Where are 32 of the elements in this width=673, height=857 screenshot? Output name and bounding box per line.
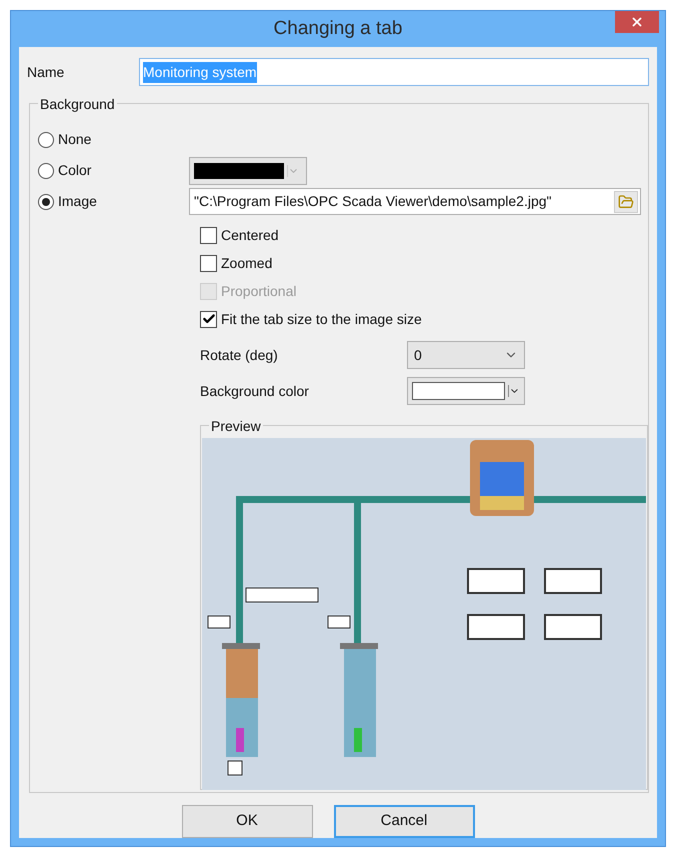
image-path-value: "C:\Program Files\OPC Scada Viewer\demo\sample2.jpg" (194, 192, 552, 211)
check-icon (202, 312, 216, 326)
radio-button[interactable] (38, 194, 54, 210)
rotate-label: Rotate (deg) (200, 346, 279, 365)
background-color-label: Background color (200, 382, 310, 401)
checkbox[interactable] (200, 226, 217, 244)
checkbox[interactable] (200, 254, 217, 272)
radio-button[interactable] (38, 132, 54, 148)
radio-button[interactable] (38, 162, 54, 178)
window-title: Changing a tab (274, 16, 402, 41)
close-button[interactable] (615, 11, 659, 33)
close-icon (630, 15, 644, 29)
checkbox[interactable] (200, 310, 217, 328)
radio-label: Color (58, 161, 92, 180)
dropdown-arrow-icon (508, 385, 520, 397)
color-dropdown[interactable] (189, 156, 307, 184)
checkbox-label: Centered (221, 226, 279, 244)
rotate-dropdown[interactable]: 0 (407, 341, 525, 369)
dialog-button[interactable]: OK (182, 805, 312, 838)
rotate-value: 0 (414, 346, 422, 364)
browse-button[interactable] (614, 190, 638, 212)
radio-label: None (58, 130, 92, 149)
dialog-button[interactable]: Cancel (334, 805, 474, 838)
checkbox-label: Fit the tab size to the image size (221, 310, 422, 329)
image-path-field[interactable]: "C:\Program Files\OPC Scada Viewer\demo\sample2.jpg" (189, 188, 641, 215)
name-value: Monitoring system (143, 62, 257, 82)
name-label: Name (27, 62, 66, 82)
checkbox-label: Zoomed (221, 254, 272, 272)
folder-icon (618, 194, 634, 210)
checkbox-label: Proportional (221, 282, 296, 301)
background-color-dropdown[interactable] (407, 377, 525, 405)
radio-label: Image (58, 192, 97, 211)
